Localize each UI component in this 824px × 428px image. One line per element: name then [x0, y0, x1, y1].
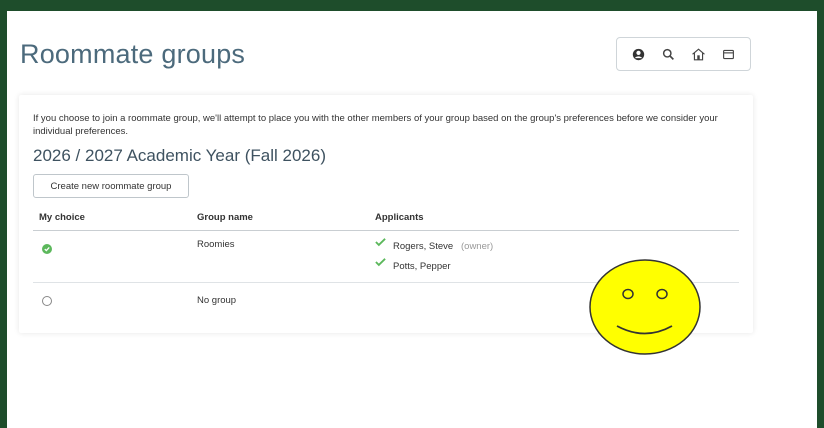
search-icon[interactable]	[658, 44, 678, 64]
header-group-name: Group name	[197, 212, 253, 223]
choice-radio-icon[interactable]	[42, 296, 52, 306]
user-icon[interactable]	[628, 44, 648, 64]
page-title: Roommate groups	[20, 39, 246, 69]
smiley-face-sticker	[589, 259, 701, 355]
applicant-name: Potts, Pepper	[393, 261, 451, 272]
academic-year-heading: 2026 / 2027 Academic Year (Fall 2026)	[33, 146, 326, 165]
toolbar	[616, 37, 751, 71]
owner-tag: (owner)	[461, 241, 494, 252]
applicant-name: Rogers, Steve	[393, 241, 454, 252]
header-my-choice: My choice	[39, 212, 85, 223]
window-icon[interactable]	[719, 44, 739, 64]
create-group-button[interactable]: Create new roommate group	[33, 174, 189, 198]
header-divider	[33, 230, 739, 231]
home-icon[interactable]	[689, 44, 709, 64]
intro-text: If you choose to join a roommate group, …	[33, 113, 718, 137]
check-icon	[375, 238, 386, 247]
choice-selected-icon[interactable]	[42, 244, 52, 254]
header-applicants: Applicants	[375, 212, 424, 223]
check-icon	[375, 258, 386, 267]
page: Roommate groups If you choose to join a …	[7, 11, 817, 428]
group-name: No group	[197, 295, 237, 306]
group-name: Roomies	[197, 239, 235, 250]
